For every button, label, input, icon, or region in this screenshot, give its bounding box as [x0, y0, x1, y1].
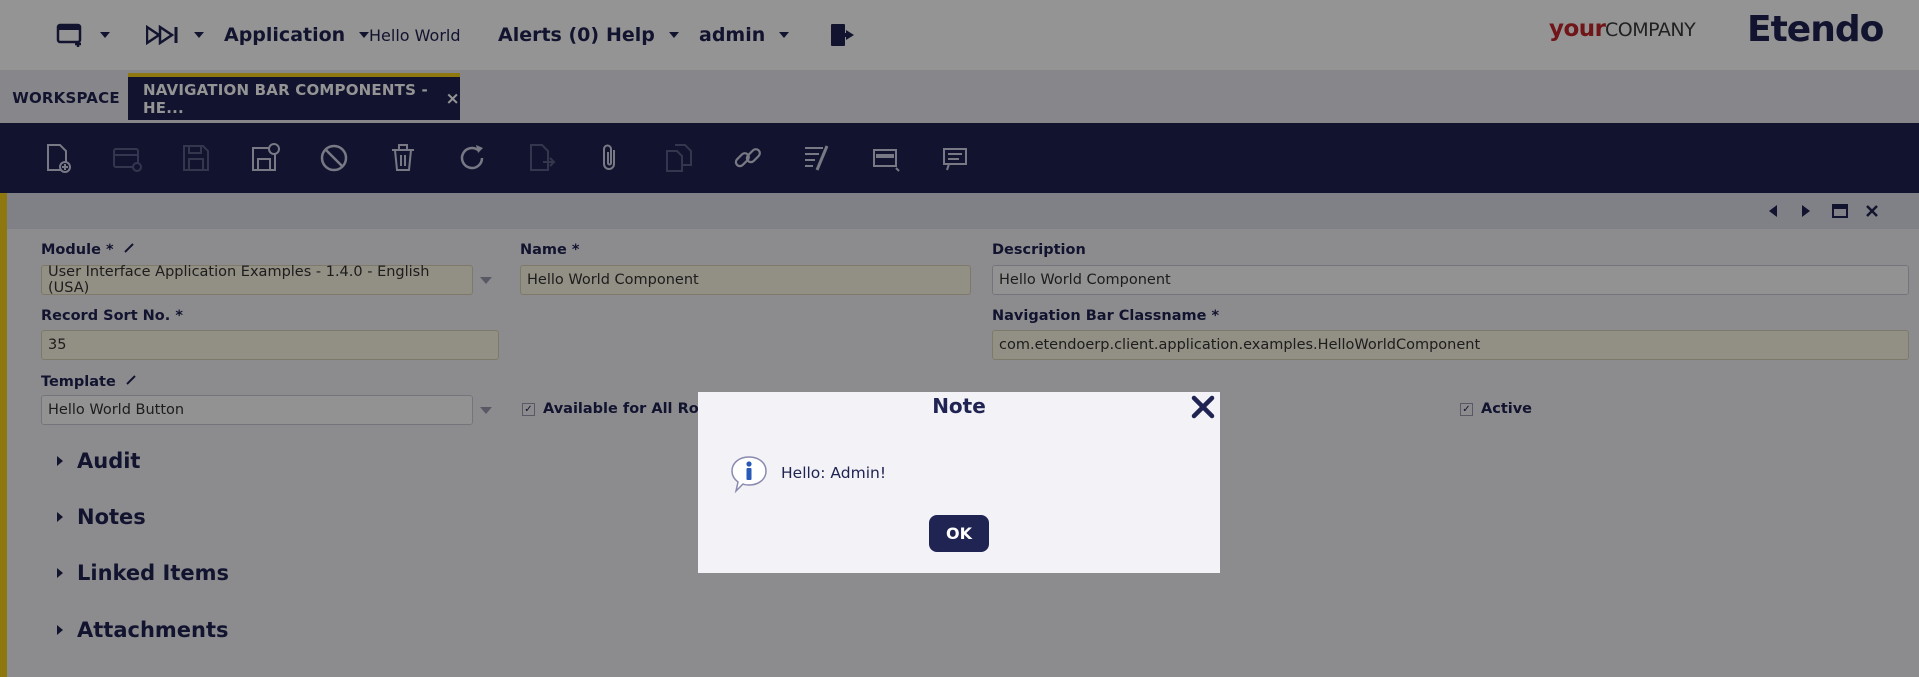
ok-button[interactable]: OK — [929, 515, 989, 552]
close-icon — [1191, 395, 1215, 419]
dialog-close-button[interactable] — [1190, 394, 1216, 420]
info-icon — [729, 454, 769, 494]
dialog-title: Note — [932, 394, 986, 418]
dialog-message: Hello: Admin! — [781, 464, 887, 482]
note-dialog: Note Hello: Admin! OK — [698, 392, 1220, 573]
modal-overlay — [0, 0, 1919, 677]
